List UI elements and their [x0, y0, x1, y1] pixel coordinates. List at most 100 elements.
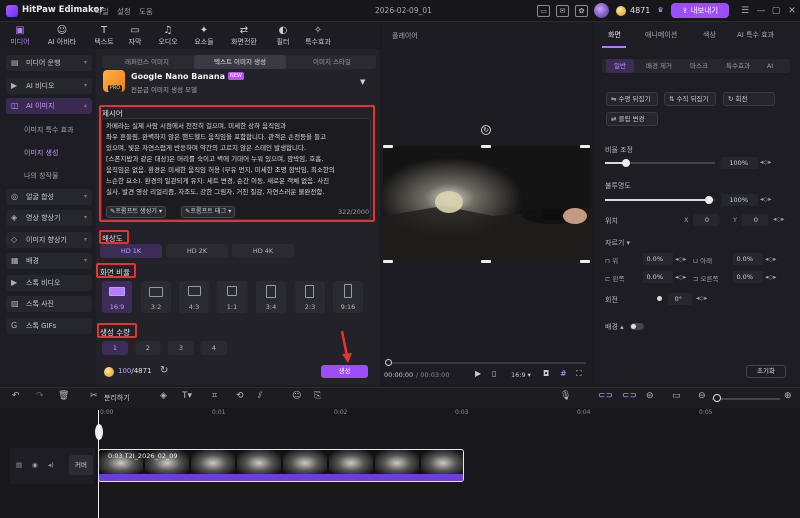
ratio-1-1[interactable]: 1:1	[217, 281, 247, 313]
keyframe-controls[interactable]: ◂◇▸	[675, 273, 687, 281]
sidebar-sub-image-effects[interactable]: 이미지 특수 효과	[24, 125, 74, 135]
opacity-slider-knob[interactable]	[705, 196, 713, 204]
magnet-icon[interactable]: ⊂⊃	[598, 391, 613, 401]
sidebar-item-stock-gifs[interactable]: G 스톡 GIFs	[6, 318, 92, 334]
crop-right-input[interactable]: 0.0%	[733, 271, 763, 283]
progress-knob[interactable]	[385, 359, 392, 366]
keyframe-controls[interactable]: ◂◇▸	[760, 158, 772, 166]
mirror-icon[interactable]: ⫽	[258, 391, 262, 401]
sidebar-item-ai-video[interactable]: ▶ AI 비디오 ▾	[6, 78, 92, 94]
model-name[interactable]: Google Nano Banana Pro	[131, 72, 243, 81]
grid-icon[interactable]: #	[560, 369, 567, 378]
marker-icon[interactable]: ◈	[160, 391, 167, 401]
count-option-2[interactable]: 2	[135, 341, 161, 355]
sidebar-sub-image-generation[interactable]: 이미지 생성	[24, 148, 58, 158]
minimize-icon[interactable]: —	[754, 4, 768, 18]
rotate-button[interactable]: ↻ 회전	[723, 92, 775, 106]
avatar[interactable]	[594, 3, 609, 18]
subtab-effects[interactable]: 특수효과	[720, 59, 756, 73]
tool-effects[interactable]: ✧ 특수효과	[298, 22, 338, 49]
subtab-remove-bg[interactable]: 배경 제거	[638, 59, 680, 73]
position-x-input[interactable]: 0	[693, 214, 719, 226]
rotation-dial-icon[interactable]	[657, 296, 662, 301]
resize-handle[interactable]	[383, 260, 393, 263]
split-label[interactable]: 분리하기	[104, 393, 130, 403]
text-tool-icon[interactable]: T▾	[182, 391, 192, 401]
notification-icon[interactable]: ✉	[556, 5, 569, 17]
ratio-9-16[interactable]: 9:16	[333, 281, 363, 313]
playback-progress[interactable]	[386, 362, 586, 364]
speed-icon[interactable]: ⟲	[236, 391, 244, 401]
generate-button[interactable]: 생성	[321, 365, 368, 378]
background-toggle[interactable]	[630, 323, 644, 330]
resize-handle[interactable]	[481, 260, 491, 263]
flip-horizontal-button[interactable]: ⇋ 수평 뒤집기	[606, 92, 658, 106]
cover-button[interactable]: 커버	[69, 455, 93, 475]
freeze-icon[interactable]: ⎘	[314, 391, 321, 401]
resolution-hd4k[interactable]: HD 4K	[232, 244, 294, 258]
sidebar-item-image-enhancer[interactable]: ◇ 이미지 향상기 ▾	[6, 232, 92, 248]
crop-bottom-input[interactable]: 0.0%	[733, 253, 763, 265]
menu-settings[interactable]: 설정	[117, 6, 131, 17]
keyframe-controls[interactable]: ◂◇▸	[765, 273, 777, 281]
prompt-generator-button[interactable]: ✎프롬프트 생성기 ▾	[106, 206, 167, 218]
stop-icon[interactable]: ▯	[492, 369, 496, 378]
face-icon[interactable]: ☺	[292, 391, 301, 401]
export-button[interactable]: ⇪ 내보내기	[671, 3, 729, 18]
subtab-ai[interactable]: AI	[762, 59, 778, 73]
tool-audio[interactable]: ♫ 오디오	[150, 22, 186, 49]
link-icon[interactable]: ⊂⊃	[622, 391, 637, 401]
sidebar-item-ai-image[interactable]: ◫ AI 이미지 ▴	[6, 98, 92, 114]
ratio-16-9[interactable]: 16:9	[102, 281, 132, 313]
subtab-mask[interactable]: 마스크	[682, 59, 716, 73]
opacity-value[interactable]: 100%	[721, 194, 758, 206]
keyframe-controls[interactable]: ◂◇▸	[760, 195, 772, 203]
keyframe-controls[interactable]: ◂◇▸	[773, 215, 785, 223]
snapshot-icon[interactable]: ◘	[543, 369, 549, 378]
menu-icon[interactable]: ☰	[738, 4, 752, 18]
tab-reference-image[interactable]: 레퍼런스 이미지	[102, 55, 192, 69]
crop-left-input[interactable]: 0.0%	[643, 271, 673, 283]
prompt-tags-button[interactable]: ✎프롬프트 태그 ▾	[181, 206, 236, 218]
ratio-3-2[interactable]: 3:2	[141, 281, 171, 313]
close-icon[interactable]: ✕	[785, 4, 799, 18]
resolution-hd1k[interactable]: HD 1K	[100, 244, 162, 258]
crop-top-input[interactable]: 0.0%	[643, 253, 673, 265]
delete-icon[interactable]: 🗑	[58, 391, 69, 401]
zoom-slider-knob[interactable]	[713, 394, 721, 402]
tool-elements[interactable]: ✦ 요소들	[186, 22, 222, 49]
zoom-in-icon[interactable]: ⊕	[784, 391, 792, 401]
sidebar-item-media-library[interactable]: ▤ 미디어 운행 ▾	[6, 55, 92, 71]
tool-media[interactable]: ▣ 미디어	[2, 22, 38, 49]
ratio-preset-icon[interactable]: ▭	[537, 5, 550, 17]
gift-icon[interactable]: ✿	[575, 5, 588, 17]
ratio-3-4[interactable]: 3:4	[256, 281, 286, 313]
split-icon[interactable]: ✂	[90, 391, 98, 401]
keyframe-controls[interactable]: ◂◇▸	[765, 255, 777, 263]
rotate-handle-icon[interactable]: ↻	[481, 125, 491, 135]
tab-image-style[interactable]: 이미지 스타일	[288, 55, 376, 69]
tool-transition[interactable]: ⇄ 화면전환	[224, 22, 264, 49]
sidebar-item-face-swap[interactable]: ◎ 얼굴 합성 ▾	[6, 189, 92, 205]
tab-text-to-image[interactable]: 텍스트 이미지 생성	[194, 55, 286, 69]
keyframe-controls[interactable]: ◂◇▸	[696, 294, 708, 302]
resize-handle[interactable]	[580, 260, 590, 263]
track-visibility-icon[interactable]: ◉	[32, 461, 38, 469]
tab-ai-effects[interactable]: AI 특수 효과	[737, 30, 774, 40]
play-icon[interactable]: ▶	[475, 369, 481, 378]
crop-label[interactable]: 자르기 ▾	[605, 238, 630, 248]
resize-handle[interactable]	[481, 145, 491, 148]
scale-slider-knob[interactable]	[622, 159, 630, 167]
chain-icon[interactable]: ⊖	[646, 391, 654, 401]
ratio-4-3[interactable]: 4:3	[179, 281, 209, 313]
refresh-icon[interactable]: ↻	[160, 365, 168, 376]
sidebar-item-stock-photo[interactable]: ▨ 스톡 사진	[6, 296, 92, 312]
subtab-general[interactable]: 일반	[606, 59, 634, 73]
sidebar-item-background[interactable]: ▦ 배경 ▾	[6, 253, 92, 269]
resize-handle[interactable]	[580, 145, 590, 148]
track-lock-icon[interactable]: ▤	[16, 461, 22, 469]
resolution-hd2k[interactable]: HD 2K	[166, 244, 228, 258]
sidebar-item-stock-video[interactable]: ▶ 스톡 비디오	[6, 275, 92, 291]
keyframe-controls[interactable]: ◂◇▸	[675, 255, 687, 263]
menu-file[interactable]: 파일	[95, 6, 109, 17]
